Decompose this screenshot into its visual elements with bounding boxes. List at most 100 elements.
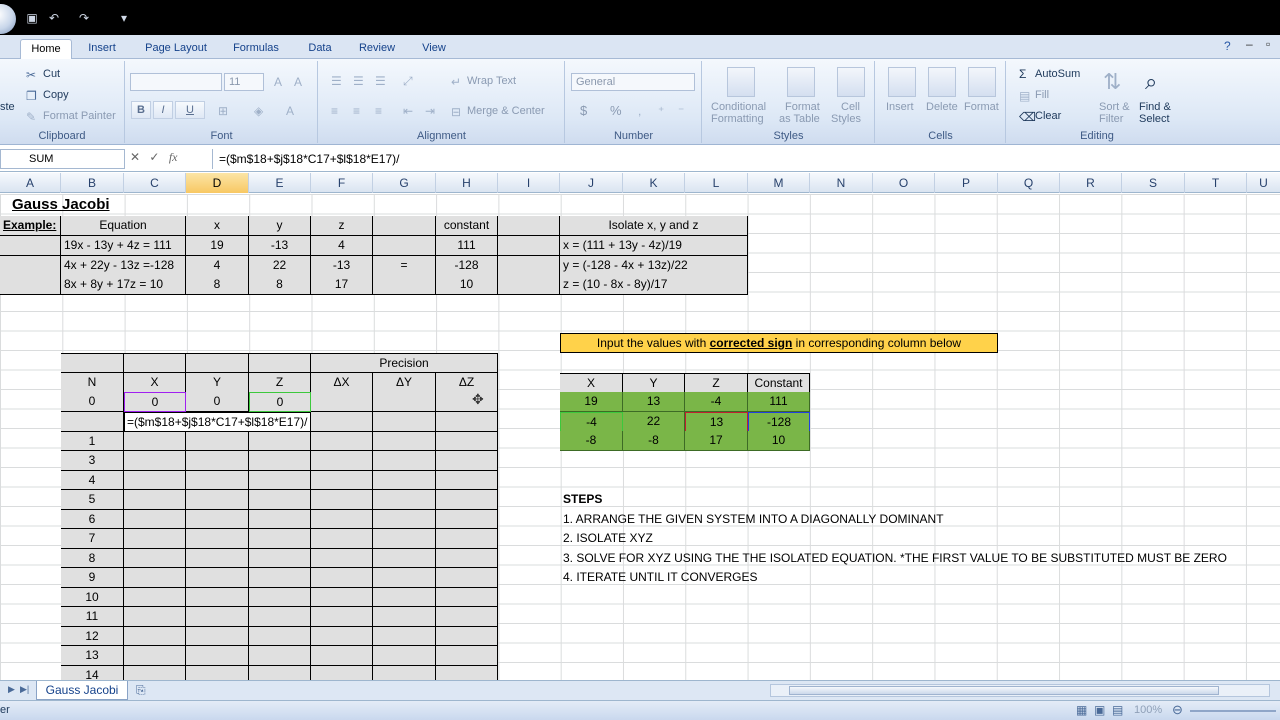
- x-cell[interactable]: [124, 665, 186, 680]
- dx-cell[interactable]: [311, 509, 373, 529]
- z-cell[interactable]: [249, 587, 311, 607]
- column-header[interactable]: H: [436, 173, 498, 193]
- dy-cell[interactable]: [373, 665, 436, 680]
- dy-cell[interactable]: [373, 490, 436, 510]
- zoom-level[interactable]: 100%: [1134, 704, 1162, 716]
- y-cell[interactable]: [186, 431, 249, 451]
- underline-button[interactable]: U: [175, 101, 205, 119]
- tab-review[interactable]: Review: [352, 39, 402, 59]
- isolate-cell[interactable]: y = (-128 - 4x + 13z)/22: [560, 256, 748, 276]
- z-cell[interactable]: 4: [311, 236, 373, 256]
- dy-cell[interactable]: [373, 509, 436, 529]
- align-right-icon[interactable]: ≡: [375, 105, 382, 117]
- equation-cell[interactable]: 19x - 13y + 4z = 111: [61, 236, 186, 256]
- column-header[interactable]: D: [186, 173, 249, 193]
- column-header[interactable]: K: [623, 173, 685, 193]
- dx-cell[interactable]: [311, 392, 373, 412]
- font-color-icon[interactable]: A: [286, 105, 294, 117]
- y-cell[interactable]: [186, 568, 249, 588]
- coef-cell[interactable]: 19: [560, 392, 623, 412]
- format-as-table-button[interactable]: Format: [785, 101, 820, 113]
- z-cell[interactable]: [249, 646, 311, 666]
- coef-cell[interactable]: -8: [560, 431, 623, 451]
- page-layout-view-icon[interactable]: ▣: [1094, 703, 1105, 717]
- z-cell[interactable]: 0: [249, 392, 311, 412]
- z-cell[interactable]: [249, 548, 311, 568]
- dz-cell[interactable]: [436, 646, 498, 666]
- n-cell[interactable]: [61, 412, 124, 432]
- y-cell[interactable]: [186, 490, 249, 510]
- y-cell[interactable]: [186, 607, 249, 627]
- dz-cell[interactable]: [436, 412, 498, 432]
- x-cell[interactable]: 8: [186, 275, 249, 295]
- x-cell[interactable]: [124, 451, 186, 471]
- cell-styles-button[interactable]: Cell: [841, 101, 860, 113]
- column-header[interactable]: P: [935, 173, 998, 193]
- dz-cell[interactable]: [436, 451, 498, 471]
- merge-center-button[interactable]: Merge & Center: [467, 105, 545, 117]
- delete-cells-button[interactable]: Delete: [926, 101, 958, 113]
- minimize-icon[interactable]: –: [1246, 37, 1253, 51]
- isolate-cell[interactable]: x = (111 + 13y - 4z)/19: [560, 236, 748, 256]
- z-cell[interactable]: [249, 529, 311, 549]
- n-cell[interactable]: 11: [61, 607, 124, 627]
- tab-formulas[interactable]: Formulas: [226, 39, 286, 59]
- tab-home[interactable]: Home: [20, 39, 72, 59]
- dy-cell[interactable]: [373, 587, 436, 607]
- z-cell[interactable]: [249, 665, 311, 680]
- x-cell[interactable]: [124, 568, 186, 588]
- dx-cell[interactable]: [311, 490, 373, 510]
- constant-cell[interactable]: -128: [436, 256, 498, 276]
- column-header[interactable]: G: [373, 173, 436, 193]
- x-cell[interactable]: [124, 646, 186, 666]
- editing-cell[interactable]: =($m$18+$j$18*C17+$l$18*E17)/: [124, 412, 311, 432]
- insert-function-icon[interactable]: fx: [169, 150, 178, 164]
- sort-filter-button[interactable]: Sort &: [1099, 101, 1130, 113]
- zoom-out-icon[interactable]: ⊖: [1172, 702, 1183, 718]
- align-center-icon[interactable]: ≡: [353, 105, 360, 117]
- insert-cells-button[interactable]: Insert: [886, 101, 914, 113]
- column-header[interactable]: M: [748, 173, 810, 193]
- formula-input[interactable]: =($m$18+$j$18*C17+$l$18*E17)/: [212, 149, 1280, 169]
- cut-button[interactable]: Cut: [43, 68, 60, 80]
- column-header[interactable]: Q: [998, 173, 1060, 193]
- clear-button[interactable]: Clear: [1035, 110, 1061, 122]
- eq-sign-cell[interactable]: =: [373, 256, 436, 276]
- dz-cell[interactable]: [436, 529, 498, 549]
- bold-button[interactable]: B: [131, 101, 151, 119]
- dx-cell[interactable]: [311, 607, 373, 627]
- autosum-button[interactable]: AutoSum: [1035, 68, 1080, 80]
- worksheet-grid[interactable]: Gauss Jacobi Example: Equation x y z con…: [0, 194, 1280, 680]
- tab-insert[interactable]: Insert: [80, 39, 124, 59]
- x-cell[interactable]: [124, 529, 186, 549]
- wrap-text-button[interactable]: Wrap Text: [467, 75, 516, 87]
- eq-sign-cell[interactable]: [373, 275, 436, 295]
- n-cell[interactable]: 0: [61, 392, 124, 412]
- z-cell[interactable]: [249, 626, 311, 646]
- x-cell[interactable]: [124, 587, 186, 607]
- grow-font-icon[interactable]: A: [274, 76, 282, 88]
- insert-sheet-icon[interactable]: ⎘: [136, 683, 146, 698]
- dy-cell[interactable]: [373, 529, 436, 549]
- outdent-icon[interactable]: ⇥: [425, 105, 435, 117]
- comma-style-icon[interactable]: ,: [638, 105, 641, 117]
- x-cell[interactable]: [124, 490, 186, 510]
- dx-cell[interactable]: [311, 529, 373, 549]
- align-left-icon[interactable]: ≡: [331, 105, 338, 117]
- dz-cell[interactable]: [436, 470, 498, 490]
- dz-cell[interactable]: [436, 568, 498, 588]
- coef-cell[interactable]: 22: [623, 412, 685, 432]
- dz-cell[interactable]: [436, 392, 498, 412]
- y-cell[interactable]: 8: [249, 275, 311, 295]
- find-select-button[interactable]: Find &: [1139, 101, 1171, 113]
- font-name-select[interactable]: [130, 73, 222, 91]
- dx-cell[interactable]: [311, 646, 373, 666]
- y-cell[interactable]: 22: [249, 256, 311, 276]
- increase-decimal-icon[interactable]: ⁺: [658, 105, 664, 117]
- dz-cell[interactable]: [436, 548, 498, 568]
- n-cell[interactable]: 10: [61, 587, 124, 607]
- currency-button[interactable]: $: [580, 103, 587, 118]
- x-cell[interactable]: [124, 470, 186, 490]
- equation-cell[interactable]: 8x + 8y + 17z = 10: [61, 275, 186, 295]
- dz-cell[interactable]: [436, 509, 498, 529]
